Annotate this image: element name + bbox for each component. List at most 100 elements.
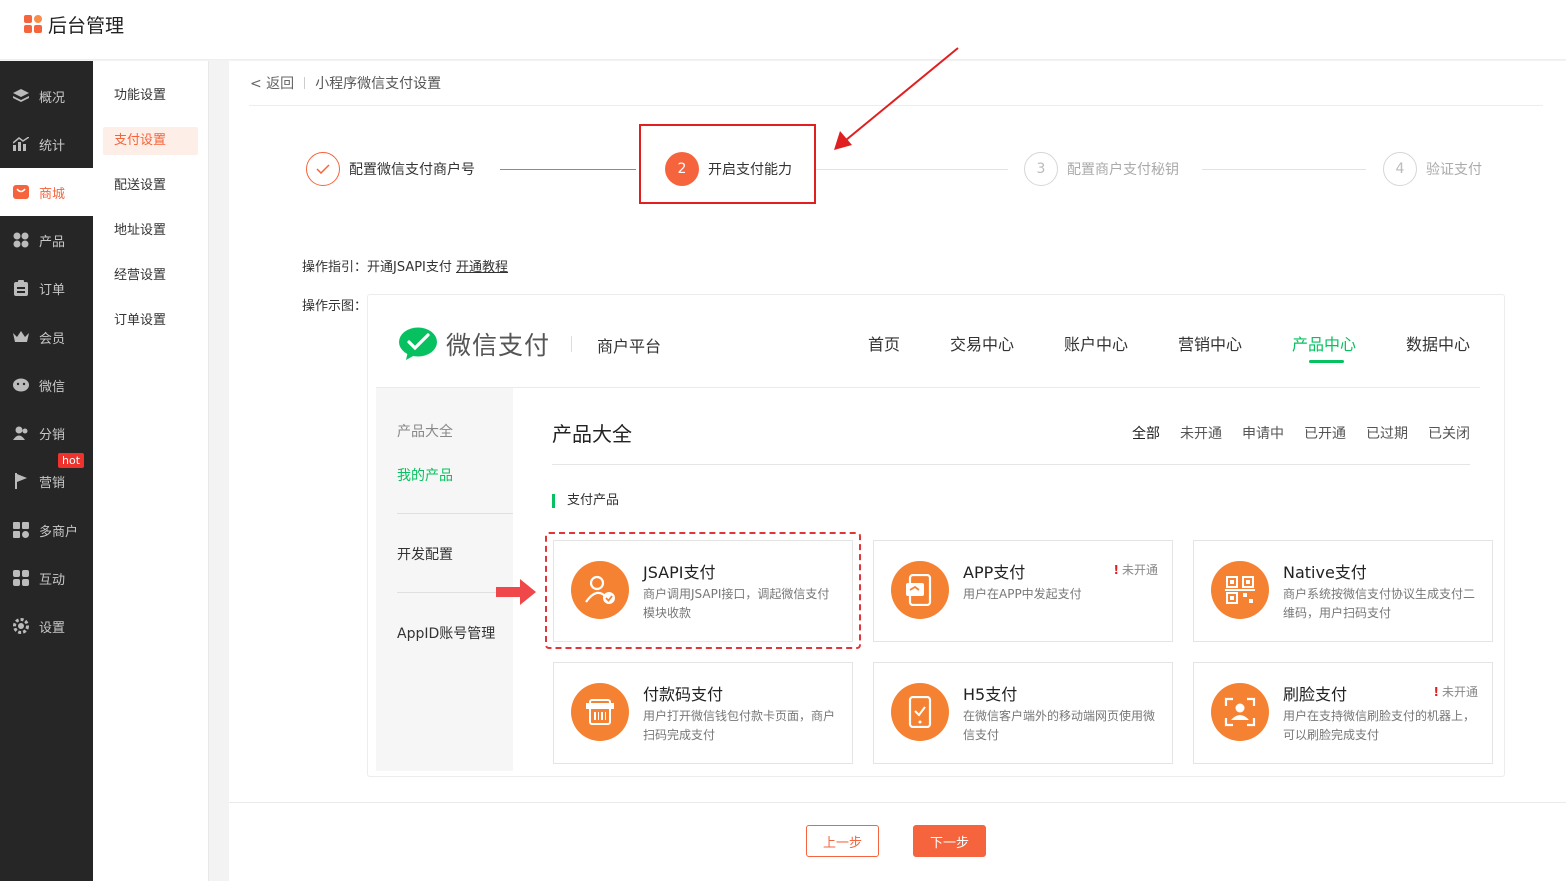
wx-nav-marketing: 营销中心 xyxy=(1178,335,1243,354)
wechat-pay-logo: 微信支付 xyxy=(398,326,550,362)
wx-nav-account: 账户中心 xyxy=(1064,335,1129,354)
qrcode-icon xyxy=(1211,561,1269,619)
main-panel: < 返回 小程序微信支付设置 配置微信支付商户号 2 开启支付能力 3 配置商户… xyxy=(229,61,1566,881)
grid-icon xyxy=(12,231,30,249)
check-icon xyxy=(306,152,340,186)
step-connector-2 xyxy=(816,169,1008,170)
nav-item-wechat[interactable]: 微信 xyxy=(0,361,93,409)
wx-sidebar: 产品大全 我的产品 开发配置 AppID账号管理 xyxy=(376,388,513,771)
merchant-icon xyxy=(12,521,30,539)
nav-item-stats[interactable]: 统计 xyxy=(0,120,93,168)
subnav-order-settings[interactable]: 订单设置 xyxy=(103,307,198,335)
order-icon xyxy=(12,279,30,297)
subnav-function-settings[interactable]: 功能设置 xyxy=(103,82,198,110)
app-logo[interactable]: 后台管理 xyxy=(24,11,124,38)
card-title: 刷脸支付 xyxy=(1283,685,1348,704)
wx-nav-data: 数据中心 xyxy=(1406,335,1471,354)
app-pay-icon xyxy=(891,561,949,619)
users-icon xyxy=(12,424,30,442)
step-highlight-annotation xyxy=(639,124,816,204)
wx-section-title: 支付产品 xyxy=(552,494,619,508)
wx-filter-applying: 申请中 xyxy=(1242,426,1284,442)
card-face: 刷脸支付 用户在支持微信刷脸支付的机器上，可以刷脸完成支付 ! 未开通 xyxy=(1193,662,1493,764)
wx-nav-trade: 交易中心 xyxy=(950,335,1015,354)
card-native: Native支付 商户系统按微信支付协议生成支付二维码，用户扫码支付 xyxy=(1193,540,1493,642)
chart-icon xyxy=(12,135,30,153)
face-pay-icon xyxy=(1211,683,1269,741)
barcode-pay-icon xyxy=(571,683,629,741)
header-divider xyxy=(249,105,1543,106)
card-title: Native支付 xyxy=(1283,563,1367,582)
card-desc: 商户系统按微信支付协议生成支付二维码，用户扫码支付 xyxy=(1283,587,1476,620)
wx-nav-product: 产品中心 xyxy=(1292,335,1357,354)
wechat-pay-icon xyxy=(399,327,437,360)
status-badge: ! 未开通 xyxy=(1433,685,1479,699)
app-title: 后台管理 xyxy=(48,15,125,37)
nav-item-multi-merchant[interactable]: 多商户 xyxy=(0,506,93,554)
wx-filter-expired: 已过期 xyxy=(1366,426,1408,442)
card-h5: H5支付 在微信客户端外的移动端网页使用微信支付 xyxy=(873,662,1173,764)
wx-filter-divider xyxy=(552,464,1470,465)
card-barcode: 付款码支付 用户打开微信钱包付款卡页面，商户扫码完成支付 xyxy=(553,662,853,764)
wx-products-heading: 产品大全 xyxy=(552,422,632,446)
nav-item-interact[interactable]: 互动 xyxy=(0,554,93,602)
wx-filter-all: 全部 xyxy=(1132,426,1160,442)
nav-item-member[interactable]: 会员 xyxy=(0,313,93,361)
shop-icon xyxy=(12,183,30,201)
step-connector-1 xyxy=(500,169,636,170)
step-3-number: 3 xyxy=(1024,152,1058,186)
step-1-label: 配置微信支付商户号 xyxy=(349,162,475,178)
subnav-business-settings[interactable]: 经营设置 xyxy=(103,262,198,290)
nav-item-product[interactable]: 产品 xyxy=(0,216,93,264)
card-desc: 用户打开微信钱包付款卡页面，商户扫码完成支付 xyxy=(643,709,836,742)
step-3: 3 配置商户支付秘钥 xyxy=(1024,152,1179,186)
nav-item-distribution[interactable]: 分销 xyxy=(0,409,93,457)
hot-badge: hot xyxy=(58,453,85,468)
flag-icon xyxy=(12,472,30,490)
subnav-delivery-settings[interactable]: 配送设置 xyxy=(103,172,198,200)
step-4: 4 验证支付 xyxy=(1383,152,1482,186)
breadcrumb-divider xyxy=(304,77,306,89)
wx-nav-home: 首页 xyxy=(868,335,901,354)
logo-icon xyxy=(24,14,44,35)
wx-side-all-products: 产品大全 xyxy=(397,424,453,440)
wx-nav-active-indicator xyxy=(1309,360,1344,363)
back-link[interactable]: < 返回 xyxy=(250,73,294,93)
merchant-platform-label: 商户平台 xyxy=(597,337,662,356)
phone-check-icon xyxy=(891,683,949,741)
step-4-number: 4 xyxy=(1383,152,1417,186)
wx-filter-opened: 已开通 xyxy=(1304,426,1346,442)
layers-icon xyxy=(12,87,30,105)
main-sidebar: 概况 统计 商城 产品 订单 会员 微信 分销 营销 多商户 互动 设置 hot xyxy=(0,61,93,881)
nav-item-shop[interactable]: 商城 xyxy=(0,168,93,216)
nav-item-order[interactable]: 订单 xyxy=(0,264,93,312)
prev-step-button[interactable]: 上一步 xyxy=(806,825,879,857)
card-desc: 在微信客户端外的移动端网页使用微信支付 xyxy=(963,709,1156,742)
footer-divider xyxy=(229,802,1566,803)
step-4-label: 验证支付 xyxy=(1426,162,1482,178)
next-step-button[interactable]: 下一步 xyxy=(913,825,986,857)
step-connector-3 xyxy=(1202,169,1366,170)
card-app: APP支付 用户在APP中发起支付 ! 未开通 xyxy=(873,540,1173,642)
brand-divider xyxy=(571,336,572,352)
top-bar: 后台管理 xyxy=(0,0,1566,60)
wx-side-dev-config: 开发配置 xyxy=(397,547,453,563)
jsapi-highlight-annotation xyxy=(545,532,861,649)
pointer-arrow-icon xyxy=(496,579,536,605)
wx-header-divider xyxy=(376,387,1480,388)
tutorial-link[interactable]: 开通教程 xyxy=(456,260,508,275)
interact-icon xyxy=(12,569,30,587)
step-1: 配置微信支付商户号 xyxy=(306,152,475,186)
wx-side-appid: AppID账号管理 xyxy=(397,626,496,642)
subnav-payment-settings[interactable]: 支付设置 xyxy=(103,127,198,155)
nav-item-settings[interactable]: 设置 xyxy=(0,602,93,650)
nav-item-overview[interactable]: 概况 xyxy=(0,72,93,120)
wx-side-divider xyxy=(397,513,513,514)
crown-icon xyxy=(12,328,30,346)
warning-icon: ! xyxy=(1113,563,1119,577)
breadcrumb: < 返回 小程序微信支付设置 xyxy=(250,73,441,93)
subnav-address-settings[interactable]: 地址设置 xyxy=(103,217,198,245)
operation-guide: 操作指引：开通JSAPI支付 开通教程 xyxy=(302,260,509,275)
wx-filter-closed: 已关闭 xyxy=(1428,426,1470,442)
demo-screenshot: 微信支付 商户平台 首页 交易中心 账户中心 营销中心 产品中心 数据中心 产品… xyxy=(367,294,1505,777)
